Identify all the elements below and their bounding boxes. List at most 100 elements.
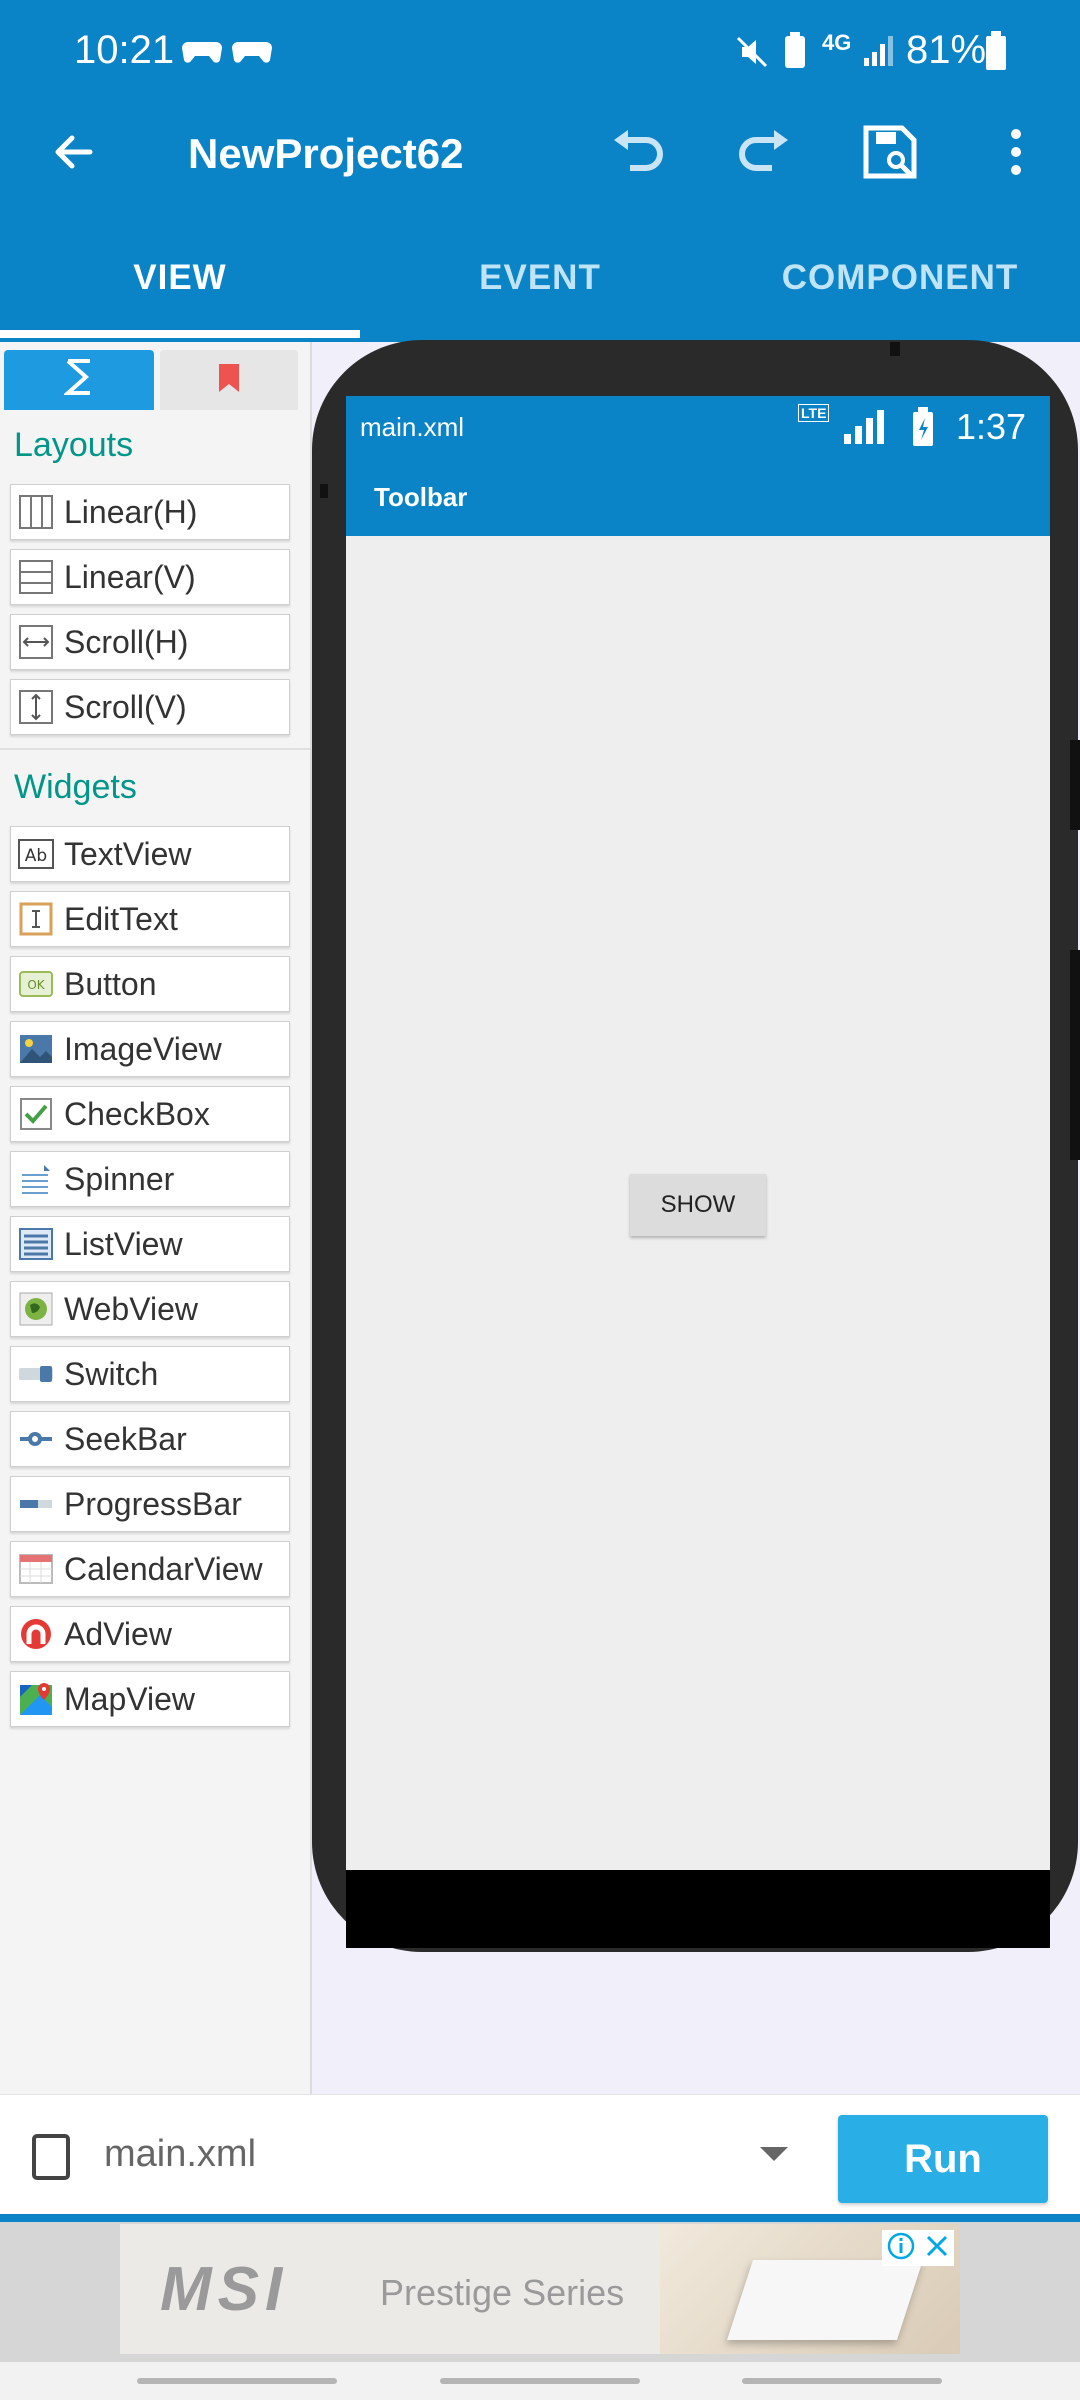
palette-item-label: ImageView [64,1030,222,1067]
undo-icon [608,126,668,183]
dropdown-arrow-icon[interactable] [758,2145,790,2170]
app-bar: NewProject62 [0,90,1080,218]
ad-tagline: Prestige Series [380,2272,625,2313]
bottom-accent-line [0,2214,1080,2222]
palette-item-button[interactable]: OK Button [10,956,290,1012]
palette-item-linear-v[interactable]: Linear(V) [10,549,290,605]
preview-signal-icon [842,406,892,451]
tab-bar: VIEW EVENT COMPONENT [0,218,1080,342]
palette-item-label: Spinner [64,1160,175,1197]
tab-event-label: EVENT [479,258,601,297]
palette-tab-bookmarks[interactable] [160,350,298,410]
file-icon [30,2133,72,2186]
ad-choices[interactable] [882,2230,954,2266]
section-divider [0,748,310,750]
palette-item-label: Scroll(V) [64,688,187,725]
battery-saver-icon [780,32,810,75]
palette-item-calendarview[interactable]: CalendarView [10,1541,290,1597]
tab-view-label: VIEW [133,258,227,297]
palette-item-listview[interactable]: ListView [10,1216,290,1272]
palette-item-label: TextView [64,835,192,872]
palette-item-edittext[interactable]: EditText [10,891,290,947]
ad-banner[interactable]: MSI Prestige Series [120,2224,960,2354]
bookmark-icon [217,362,241,399]
nav-home-handle[interactable] [440,2378,640,2384]
palette-item-switch[interactable]: Switch [10,1346,290,1402]
button-icon: OK [16,964,56,1004]
signal-icon [862,32,898,73]
back-button[interactable] [34,114,114,194]
save-button[interactable] [850,114,930,194]
webview-icon [16,1289,56,1329]
game-controller-icon [232,36,272,71]
palette-item-textview[interactable]: Ab TextView [10,826,290,882]
palette-item-adview[interactable]: AdView [10,1606,290,1662]
close-icon[interactable] [925,2234,949,2263]
game-controller-icon [182,36,222,71]
listview-icon [16,1224,56,1264]
palette-item-label: CalendarView [64,1550,263,1587]
preview-show-button[interactable]: SHOW [630,1174,766,1236]
preview-file-name: main.xml [360,412,465,442]
tab-view[interactable]: VIEW [0,218,360,338]
system-nav-bar [0,2362,1080,2400]
redo-button[interactable] [724,114,804,194]
phone-volume-button [1070,950,1080,1160]
tab-event[interactable]: EVENT [360,218,720,338]
spinner-icon [16,1159,56,1199]
adview-icon [16,1614,56,1654]
palette-item-label: MapView [64,1680,196,1717]
textview-icon: Ab [16,834,56,874]
sketchware-icon [62,357,94,404]
preview-screen[interactable] [346,396,1050,1870]
checkbox-icon [16,1094,56,1134]
progressbar-icon [16,1484,56,1524]
run-button[interactable]: Run [838,2115,1048,2203]
overflow-menu-button[interactable] [976,114,1056,194]
palette-item-label: Linear(V) [64,558,196,595]
palette-item-imageview[interactable]: ImageView [10,1021,290,1077]
palette-item-checkbox[interactable]: CheckBox [10,1086,290,1142]
tab-component-label: COMPONENT [781,258,1019,297]
redo-icon [734,126,794,183]
widgets-section-title: Widgets [14,768,137,806]
phone-side-detail [320,484,328,498]
tab-component[interactable]: COMPONENT [720,218,1080,338]
undo-button[interactable] [598,114,678,194]
switch-icon [16,1354,56,1394]
status-time: 10:21 [74,28,175,72]
save-icon [862,124,918,185]
palette-item-mapview[interactable]: MapView [10,1671,290,1727]
nav-recents-handle[interactable] [137,2378,337,2384]
palette-item-label: Linear(H) [64,493,198,530]
seekbar-icon [16,1419,56,1459]
laptop-shape [727,2260,923,2340]
palette-item-scroll-h[interactable]: Scroll(H) [10,614,290,670]
palette-item-seekbar[interactable]: SeekBar [10,1411,290,1467]
palette-tab-widgets[interactable] [4,350,154,410]
widget-palette: Layouts Linear(H) Linear(V) Scroll(H) Sc… [0,342,312,2094]
palette-item-label: Switch [64,1355,159,1392]
palette-item-webview[interactable]: WebView [10,1281,290,1337]
linear-h-icon [16,492,56,532]
preview-time: 1:37 [956,406,1027,447]
palette-item-spinner[interactable]: Spinner [10,1151,290,1207]
palette-item-scroll-v[interactable]: Scroll(V) [10,679,290,735]
preview-nav-area [346,1870,1050,1948]
file-dropdown-value[interactable]: main.xml [104,2133,256,2176]
info-icon[interactable] [887,2232,915,2265]
preview-network: LTE [798,404,830,422]
nav-back-handle[interactable] [742,2378,942,2384]
palette-item-label: ProgressBar [64,1485,242,1522]
palette-item-progressbar[interactable]: ProgressBar [10,1476,290,1532]
palette-item-linear-h[interactable]: Linear(H) [10,484,290,540]
palette-item-label: EditText [64,900,178,937]
battery-icon [984,30,1008,77]
calendarview-icon [16,1549,56,1589]
file-selector-bar: main.xml Run [0,2094,1080,2215]
preview-toolbar[interactable]: Toolbar [346,456,1050,536]
scroll-h-icon [16,622,56,662]
palette-item-label: AdView [64,1615,172,1652]
palette-item-label: Button [64,965,157,1002]
phone-camera [890,342,900,356]
